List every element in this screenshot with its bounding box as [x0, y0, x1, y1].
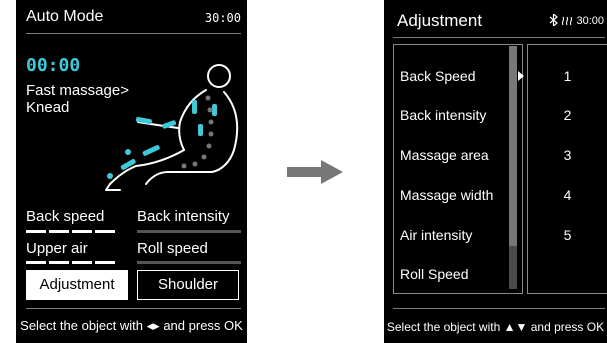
level-segment	[72, 230, 92, 233]
level-segment	[49, 261, 69, 264]
footer-divider	[26, 308, 241, 309]
left-right-arrows-icon: ◂▸	[146, 318, 160, 333]
header-divider	[26, 33, 241, 34]
back-outline	[178, 89, 207, 151]
item-massage-width[interactable]: Massage width	[400, 187, 493, 203]
status-time: 30:00	[576, 15, 604, 27]
footer-divider	[393, 308, 605, 309]
foot-outline	[105, 183, 121, 191]
level-segment	[26, 261, 46, 264]
level-bar	[137, 230, 241, 233]
footer-hint-suffix: and press OK	[530, 320, 605, 334]
chair-outline	[145, 91, 239, 185]
option-back-intensity[interactable]: Back intensity	[137, 208, 230, 225]
transition-arrow-icon	[287, 160, 343, 184]
shoulder-button[interactable]: Shoulder	[137, 270, 239, 300]
value-4[interactable]: 4	[528, 187, 607, 203]
status-bar: 30:00	[549, 12, 604, 28]
level-segment	[95, 230, 115, 233]
massage-chair-figure	[105, 64, 239, 191]
option-upper-air[interactable]: Upper air	[26, 240, 88, 257]
value-3[interactable]: 3	[528, 147, 607, 163]
item-back-speed[interactable]: Back Speed	[400, 68, 476, 84]
up-down-arrows-icon: ▲▼	[503, 320, 528, 334]
selection-pointer-icon	[518, 71, 524, 81]
level-segment	[49, 230, 69, 233]
option-back-speed[interactable]: Back speed	[26, 208, 104, 225]
screen-title: Adjustment	[397, 11, 483, 30]
value-5[interactable]: 5	[528, 227, 607, 243]
remaining-time: 30:00	[204, 11, 241, 25]
item-air-intensity[interactable]: Air intensity	[400, 227, 472, 243]
item-back-intensity[interactable]: Back intensity	[400, 107, 486, 123]
level-bar	[137, 261, 241, 264]
auto-mode-screen: Auto Mode 30:00 00:00 Fast massage> Knea…	[16, 0, 247, 343]
head-outline	[207, 64, 231, 88]
header-divider	[393, 37, 605, 38]
scrollbar-thumb[interactable]	[509, 46, 517, 246]
item-roll-speed[interactable]: Roll Speed	[400, 266, 469, 282]
elapsed-timer: 00:00	[26, 55, 81, 76]
footer-hint: Select the object with ▲▼ and press OK	[384, 320, 607, 334]
air-bag-points	[107, 100, 217, 179]
level-segment	[26, 230, 46, 233]
bluetooth-icon	[549, 12, 559, 28]
item-massage-area[interactable]: Massage area	[400, 147, 489, 163]
footer-hint-prefix: Select the object with	[386, 320, 501, 334]
adjustment-button[interactable]: Adjustment	[26, 270, 128, 300]
footer-hint-prefix: Select the object with	[20, 318, 144, 333]
roller-track	[181, 95, 214, 169]
footer-hint: Select the object with ◂▸ and press OK	[16, 318, 247, 334]
screen-title: Auto Mode	[26, 8, 104, 25]
value-2[interactable]: 2	[528, 107, 607, 123]
level-segment	[95, 261, 115, 264]
level-segment	[72, 261, 92, 264]
heat-icon	[562, 16, 573, 26]
adjustment-screen: Adjustment 30:00 Back Speed Back intensi…	[384, 0, 607, 343]
value-1[interactable]: 1	[528, 68, 607, 84]
footer-hint-suffix: and press OK	[163, 318, 243, 333]
option-roll-speed[interactable]: Roll speed	[137, 240, 208, 257]
